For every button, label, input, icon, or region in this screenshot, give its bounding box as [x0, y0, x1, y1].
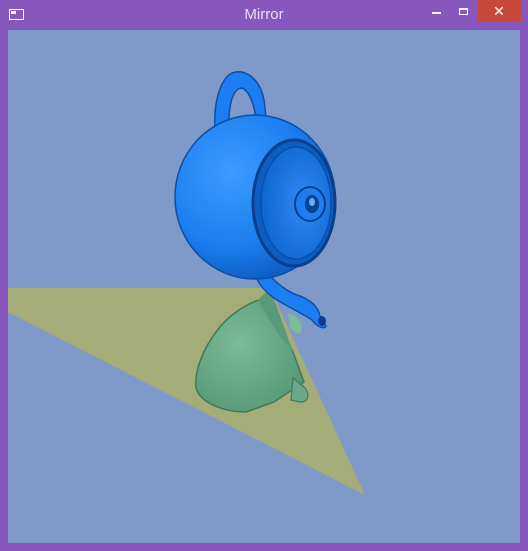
close-icon: ✕	[493, 2, 505, 19]
scene-canvas	[8, 71, 365, 495]
lid-knob-highlight	[309, 198, 315, 206]
title-bar[interactable]: Mirror ✕	[0, 0, 528, 30]
spout-tip	[318, 316, 326, 326]
maximize-button[interactable]	[451, 0, 475, 22]
app-window: Mirror ✕	[0, 0, 528, 551]
minimize-button[interactable]	[424, 0, 448, 22]
window-title: Mirror	[244, 6, 284, 23]
minimize-icon	[431, 12, 441, 14]
maximize-icon	[458, 7, 468, 15]
close-button[interactable]: ✕	[477, 0, 521, 22]
render-viewport[interactable]	[8, 30, 520, 543]
